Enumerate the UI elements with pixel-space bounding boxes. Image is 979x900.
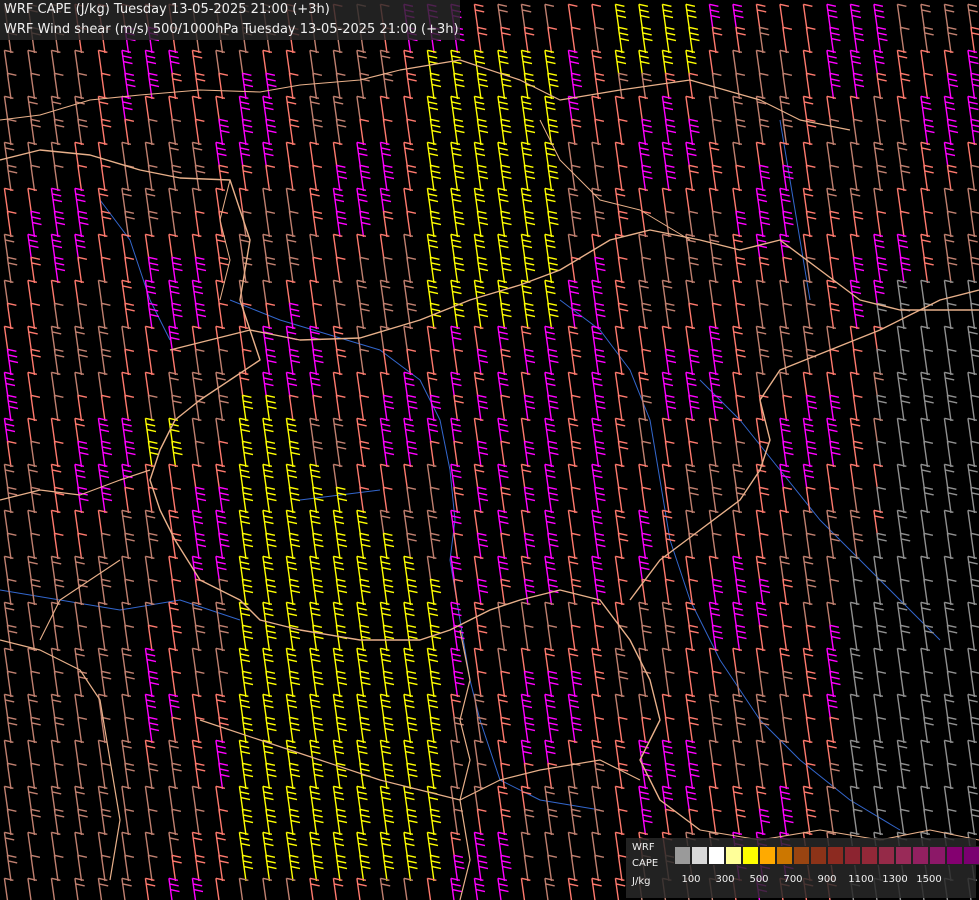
map-title-box: WRF CAPE (J/kg) Tuesday 13-05-2025 21:00… [0,0,460,40]
legend-swatch [878,846,895,865]
legend-swatch [895,846,912,865]
legend-swatch [793,846,810,865]
legend-swatch [827,846,844,865]
legend-swatch [929,846,946,865]
legend-tick: 500 [749,874,769,885]
legend-tick: 1500 [916,874,942,885]
title-wind-shear: WRF Wind shear (m/s) 500/1000hPa Tuesday… [4,22,459,37]
legend-swatch [759,846,776,865]
legend-swatch [861,846,878,865]
legend-tick: 1100 [848,874,874,885]
wind-shear-cape-map [0,0,979,900]
legend-tick: 1300 [882,874,908,885]
legend-swatch [844,846,861,865]
legend-swatch [708,846,725,865]
legend-tick: 700 [783,874,803,885]
legend-tick: 100 [681,874,701,885]
legend-swatch [946,846,963,865]
legend-field-label: CAPE [632,858,659,869]
legend-model-label: WRF [632,842,655,853]
title-cape: WRF CAPE (J/kg) Tuesday 13-05-2025 21:00… [4,2,330,17]
legend-tick-labels: 100 300 500 700 900 1100 1300 1500 [674,874,974,888]
legend-swatch [912,846,929,865]
legend-swatch [691,846,708,865]
legend-swatch [963,846,979,865]
legend-swatch [674,846,691,865]
legend-unit-label: J/kg [632,876,651,887]
legend-color-scale [674,846,979,865]
legend-swatch [810,846,827,865]
legend-tick: 300 [715,874,735,885]
cape-legend: WRF CAPE J/kg 100 300 500 700 900 1100 1300 150… [626,838,979,898]
legend-swatch [725,846,742,865]
legend-tick: 900 [817,874,837,885]
legend-swatch [742,846,759,865]
legend-swatch [776,846,793,865]
